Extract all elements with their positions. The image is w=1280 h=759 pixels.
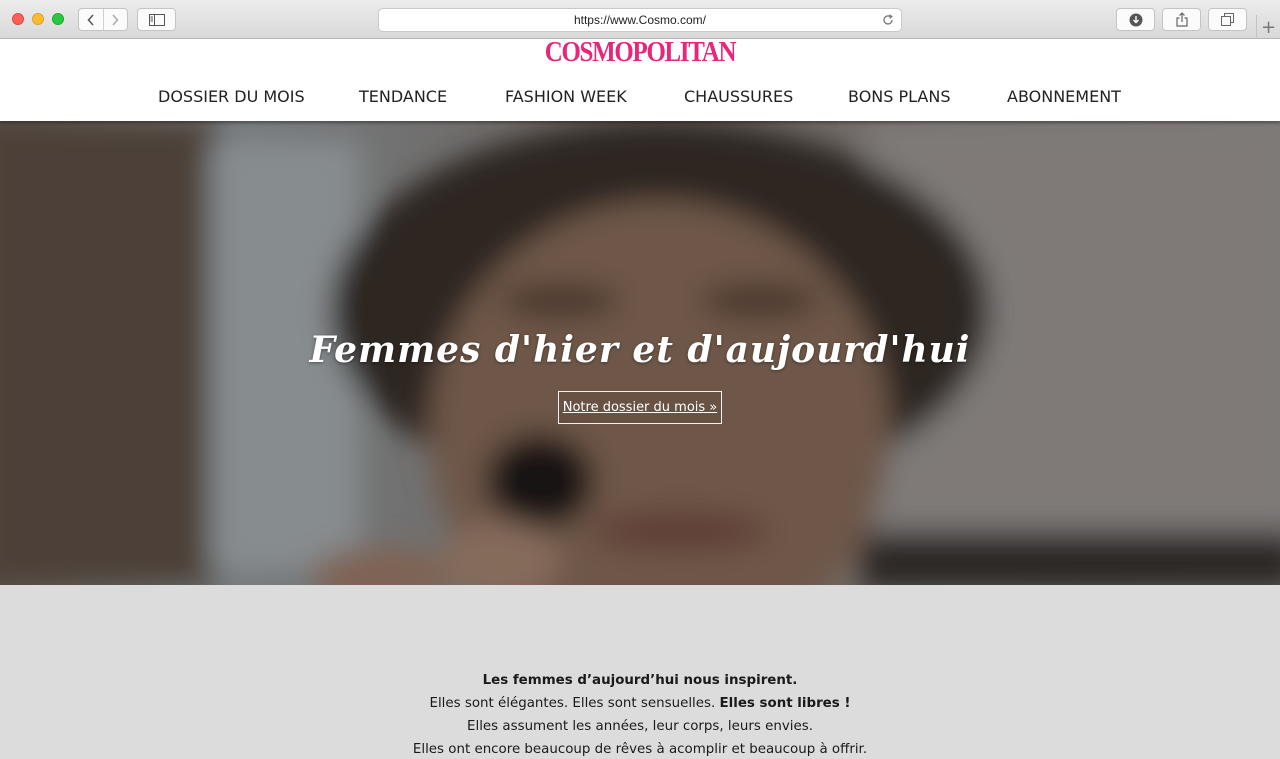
chevron-left-icon bbox=[87, 13, 94, 26]
nav-abonnement[interactable]: ABONNEMENT bbox=[1007, 87, 1121, 106]
back-button[interactable] bbox=[79, 9, 103, 30]
sidebar-toggle-button[interactable] bbox=[137, 8, 176, 31]
intro-line-2-text: Elles sont élégantes. Elles sont sensuel… bbox=[429, 696, 720, 711]
reload-icon bbox=[883, 14, 893, 25]
downloads-button[interactable] bbox=[1116, 8, 1155, 31]
browser-toolbar: https://www.Cosmo.com/ + bbox=[0, 0, 1280, 39]
chevron-right-icon bbox=[112, 13, 119, 26]
intro-line-2-emphasis: Elles sont libres ! bbox=[719, 696, 851, 711]
sidebar-icon bbox=[148, 13, 165, 26]
url-text: https://www.Cosmo.com/ bbox=[573, 13, 707, 27]
download-icon bbox=[1129, 13, 1142, 26]
forward-button[interactable] bbox=[102, 9, 128, 30]
site-header: COSMOPOLITAN DOSSIER DU MOIS TENDANCE FA… bbox=[0, 38, 1280, 121]
cosmopolitan-logo[interactable]: COSMOPOLITAN bbox=[90, 38, 1191, 67]
close-window-button[interactable] bbox=[12, 13, 24, 25]
address-bar[interactable]: https://www.Cosmo.com/ bbox=[378, 8, 902, 32]
nav-dossier-du-mois[interactable]: DOSSIER DU MOIS bbox=[158, 87, 305, 106]
minimize-window-button[interactable] bbox=[32, 13, 44, 25]
nav-chaussures[interactable]: CHAUSSURES bbox=[684, 87, 793, 106]
zoom-window-button[interactable] bbox=[52, 13, 64, 25]
nav-fashion-week[interactable]: FASHION WEEK bbox=[505, 87, 627, 106]
intro-section: Les femmes d’aujourd’hui nous inspirent.… bbox=[0, 585, 1280, 759]
share-button[interactable] bbox=[1162, 8, 1201, 31]
intro-line-3: Elles assument les années, leur corps, l… bbox=[467, 719, 813, 734]
plus-icon: + bbox=[1260, 16, 1277, 38]
history-nav bbox=[78, 8, 128, 31]
new-tab-button[interactable]: + bbox=[1256, 15, 1280, 39]
dossier-du-mois-button[interactable]: Notre dossier du mois » bbox=[558, 391, 722, 424]
tabs-overview-button[interactable] bbox=[1208, 8, 1247, 31]
nav-bons-plans[interactable]: BONS PLANS bbox=[848, 87, 951, 106]
share-icon bbox=[1175, 12, 1188, 27]
intro-headline: Les femmes d’aujourd’hui nous inspirent. bbox=[482, 673, 798, 688]
hero-banner: Femmes d'hier et d'aujourd'hui Notre dos… bbox=[0, 121, 1280, 585]
nav-tendance[interactable]: TENDANCE bbox=[359, 87, 447, 106]
hero-title: Femmes d'hier et d'aujourd'hui bbox=[309, 329, 971, 371]
reload-button[interactable] bbox=[881, 13, 895, 27]
intro-line-2: Elles sont élégantes. Elles sont sensuel… bbox=[0, 696, 1280, 711]
tabs-icon bbox=[1220, 13, 1234, 26]
intro-line-4: Elles ont encore beaucoup de rêves à aco… bbox=[412, 742, 868, 757]
